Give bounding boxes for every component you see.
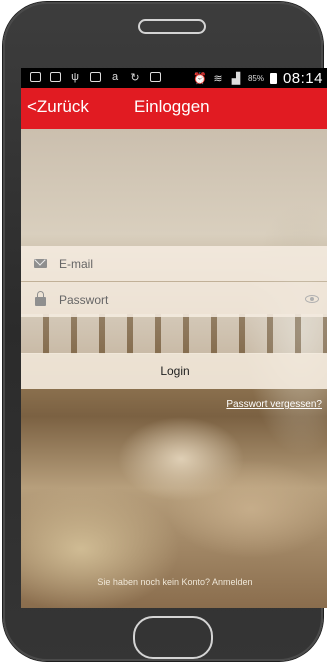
back-button[interactable]: <Zurück bbox=[27, 97, 89, 117]
signup-link[interactable]: Anmelden bbox=[212, 577, 253, 587]
mail-icon bbox=[33, 257, 47, 271]
sync-icon: ↻ bbox=[130, 71, 140, 84]
system-icons: ⏰ ≋ ▟ 85% 08:14 bbox=[193, 70, 323, 87]
alarm-icon: ⏰ bbox=[193, 73, 207, 85]
eye-icon[interactable] bbox=[305, 295, 319, 303]
home-button[interactable] bbox=[133, 616, 213, 659]
notification-icons: ψ a ↻ bbox=[29, 71, 161, 84]
message-icon bbox=[29, 71, 41, 83]
signal-icon: ▟ bbox=[231, 73, 241, 85]
amazon-icon: a bbox=[111, 71, 119, 83]
gallery-icon bbox=[49, 71, 61, 83]
forgot-password-link[interactable]: Passwort vergessen? bbox=[226, 399, 322, 410]
battery-icon bbox=[269, 73, 277, 84]
password-field[interactable] bbox=[21, 282, 327, 317]
login-button[interactable]: Login bbox=[21, 353, 327, 389]
usb-icon: ψ bbox=[71, 71, 79, 83]
app-bar: <Zurück Einloggen bbox=[21, 88, 327, 129]
login-content: Login Passwort vergessen? Sie haben noch… bbox=[21, 129, 327, 608]
email-field[interactable] bbox=[21, 246, 327, 281]
device-screen: ψ a ↻ ⏰ ≋ ▟ 85% 08:14 <Zurück Einloggen bbox=[21, 68, 327, 608]
password-input[interactable] bbox=[57, 291, 291, 308]
clipboard-icon bbox=[149, 71, 161, 83]
signup-prompt: Sie haben noch kein Konto? Anmelden bbox=[21, 577, 327, 587]
background-photo bbox=[21, 314, 327, 354]
image-icon bbox=[89, 71, 101, 83]
clock: 08:14 bbox=[282, 70, 323, 87]
wifi-icon: ≋ bbox=[213, 73, 223, 85]
page-title: Einloggen bbox=[134, 97, 210, 116]
lock-icon bbox=[33, 291, 47, 307]
speaker-grille bbox=[138, 19, 206, 34]
battery-percent: 85% bbox=[247, 74, 264, 83]
phone-frame: ψ a ↻ ⏰ ≋ ▟ 85% 08:14 <Zurück Einloggen bbox=[3, 2, 327, 661]
status-bar: ψ a ↻ ⏰ ≋ ▟ 85% 08:14 bbox=[21, 68, 327, 88]
no-account-text: Sie haben noch kein Konto? bbox=[97, 577, 211, 587]
email-input[interactable] bbox=[57, 255, 291, 272]
